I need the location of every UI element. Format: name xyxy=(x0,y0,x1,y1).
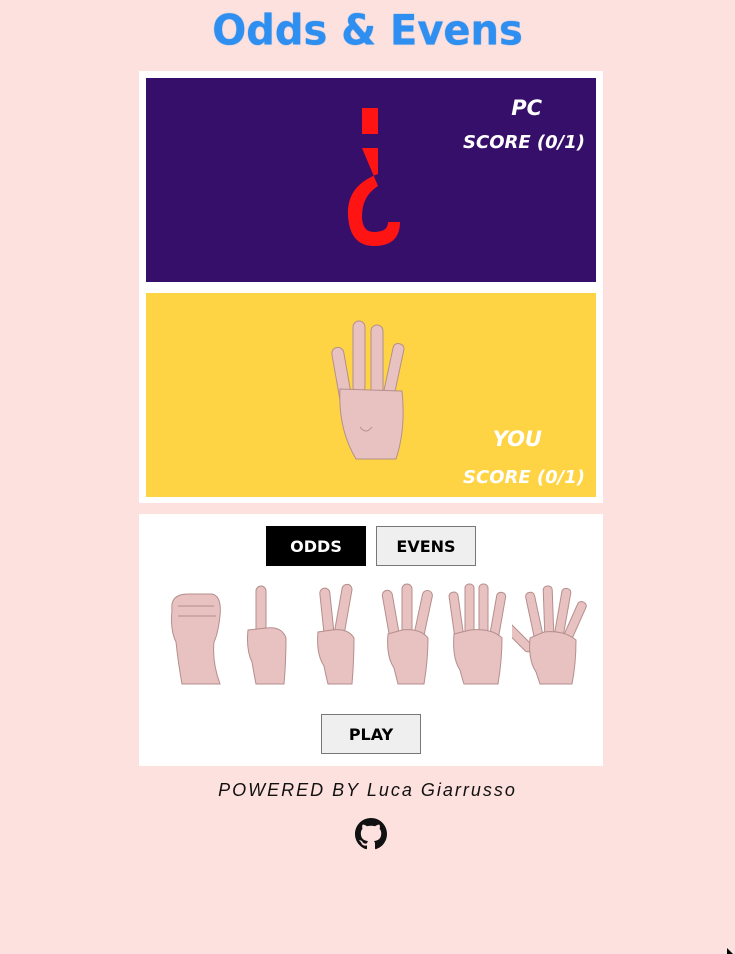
five-fingers-hand-icon[interactable] xyxy=(512,582,588,687)
zero-fingers-hand-icon[interactable] xyxy=(168,582,224,687)
odds-button[interactable]: ODDS xyxy=(266,526,366,566)
app-title: Odds & Evens xyxy=(212,6,523,56)
hand-options xyxy=(166,582,588,692)
pc-panel: PC SCORE (0/1) xyxy=(146,78,596,282)
question-mark-icon xyxy=(347,108,400,246)
pc-name: PC xyxy=(511,96,542,120)
evens-button[interactable]: EVENS xyxy=(376,526,476,566)
four-fingers-hand-icon xyxy=(331,320,405,460)
github-icon[interactable] xyxy=(355,818,387,850)
you-score: SCORE (0/1) xyxy=(463,467,585,488)
you-name: YOU xyxy=(492,427,542,451)
one-finger-hand-icon[interactable] xyxy=(242,582,292,687)
you-panel: YOU SCORE (0/1) xyxy=(146,293,596,497)
powered-by-text: POWERED BY Luca Giarrusso xyxy=(218,780,517,800)
play-button[interactable]: PLAY xyxy=(321,714,421,754)
four-fingers-hand-icon[interactable] xyxy=(448,582,510,687)
two-fingers-hand-icon[interactable] xyxy=(312,582,362,687)
cursor-icon xyxy=(727,948,733,954)
game-board: PC SCORE (0/1) YOU SCORE (0/1) xyxy=(139,71,603,503)
controls-panel: ODDS EVENS PLAY xyxy=(139,514,603,766)
pc-score: SCORE (0/1) xyxy=(463,132,585,153)
three-fingers-hand-icon[interactable] xyxy=(380,582,436,687)
